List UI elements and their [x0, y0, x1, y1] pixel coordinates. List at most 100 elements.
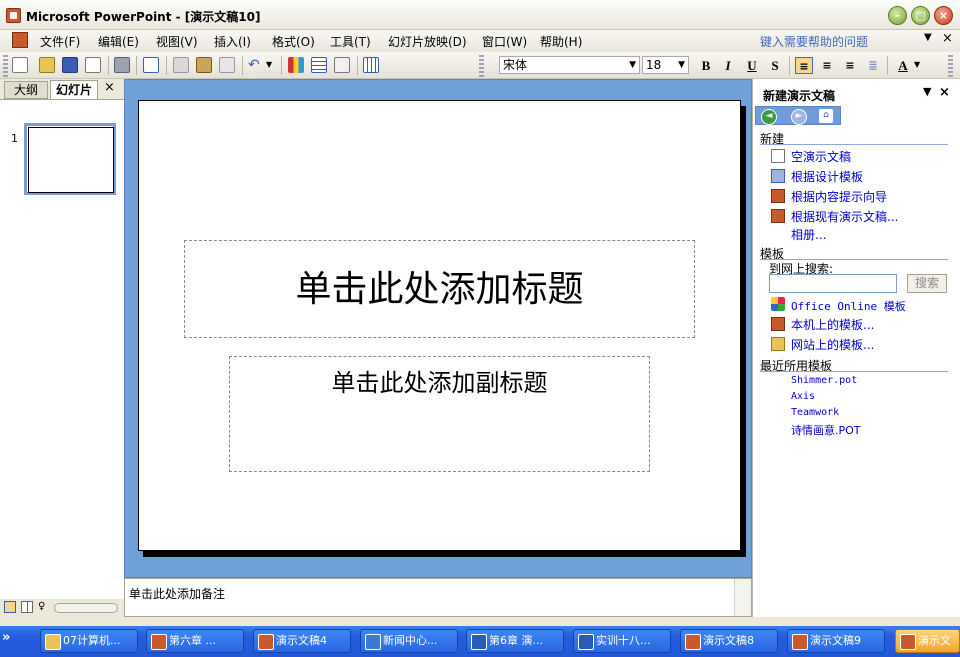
underline-button[interactable]: U — [743, 57, 761, 74]
slideshow-view-icon[interactable]: ♀ — [38, 601, 50, 613]
chevron-down-icon[interactable]: ▼ — [629, 57, 636, 73]
undo-icon[interactable]: ↶ — [248, 57, 264, 73]
align-left-button[interactable]: ≡ — [795, 57, 813, 74]
subtitle-placeholder[interactable]: 单击此处添加副标题 — [229, 356, 650, 472]
grid-icon[interactable] — [363, 57, 379, 73]
permission-icon[interactable] — [85, 57, 101, 73]
taskbar-task[interactable]: 实训十八... — [573, 629, 671, 653]
open-folder-icon[interactable] — [39, 57, 55, 73]
menu-tools[interactable]: 工具(T) — [330, 33, 371, 49]
link-photo-album[interactable]: 相册... — [791, 226, 826, 243]
panel-close-icon[interactable]: × — [104, 80, 115, 95]
standard-toolbar: ↶ ▼ 宋体 ▼ 18 ▼ B I U S ≡ ≡ ≡ ≣ A ▼ — [0, 52, 960, 79]
link-recent-template[interactable]: Axis — [791, 391, 815, 402]
chevron-down-icon[interactable]: ▼ — [678, 57, 685, 73]
link-recent-template[interactable]: Shimmer.pot — [791, 375, 857, 386]
taskbar-task[interactable]: 第六章 ... — [146, 629, 244, 653]
align-right-button[interactable]: ≡ — [841, 57, 859, 74]
italic-button[interactable]: I — [719, 57, 737, 74]
tab-outline[interactable]: 大纲 — [4, 81, 48, 99]
font-name-select[interactable]: 宋体 ▼ — [499, 56, 640, 74]
template-search-input[interactable] — [769, 274, 897, 293]
menu-slideshow[interactable]: 幻灯片放映(D) — [388, 33, 467, 49]
taskbar-task[interactable]: 第6章 演... — [466, 629, 564, 653]
subtitle-placeholder-text: 单击此处添加副标题 — [331, 369, 548, 397]
expand-all-icon[interactable] — [334, 57, 350, 73]
spelling-icon[interactable] — [143, 57, 159, 73]
slide-sorter-icon[interactable] — [21, 601, 33, 613]
paste-icon[interactable] — [196, 57, 212, 73]
document-close-icon[interactable]: × — [942, 31, 953, 46]
notes-scrollbar[interactable] — [734, 579, 751, 616]
autocontent-wizard-icon — [771, 189, 785, 203]
toolbar-separator — [789, 56, 790, 75]
section-divider — [760, 144, 948, 145]
new-document-icon[interactable] — [12, 57, 28, 73]
menu-window[interactable]: 窗口(W) — [482, 33, 527, 49]
slide-thumbnail[interactable] — [24, 123, 116, 195]
chevron-down-icon[interactable]: ▼ — [266, 57, 282, 73]
link-recent-template[interactable]: Teamwork — [791, 407, 839, 418]
tab-slides[interactable]: 幻灯片 — [50, 80, 98, 99]
taskbar-task[interactable]: 演示文稿8 — [680, 629, 778, 653]
save-icon[interactable] — [62, 57, 78, 73]
link-office-online-templates[interactable]: Office Online 模板 — [791, 298, 906, 314]
format-painter-icon[interactable] — [219, 57, 235, 73]
slide-thumbnail-list[interactable]: 1 — [0, 99, 124, 599]
link-recent-template[interactable]: 诗情画意.POT — [791, 422, 861, 438]
normal-view-icon[interactable] — [4, 601, 16, 613]
template-search-button[interactable]: 搜索 — [907, 274, 947, 293]
copy-icon[interactable] — [173, 57, 189, 73]
help-question-box[interactable]: 键入需要帮助的问题 — [760, 33, 868, 50]
maximize-button[interactable]: □ — [911, 6, 930, 25]
toolbar-grip[interactable] — [948, 55, 953, 77]
chart-icon[interactable] — [288, 57, 304, 73]
taskbar-overflow-icon[interactable]: » — [2, 630, 10, 645]
menu-format[interactable]: 格式(O) — [272, 33, 315, 49]
taskbar-task-label: 实训十八... — [596, 634, 651, 647]
chevron-down-icon[interactable]: ▼ — [924, 32, 932, 43]
chevron-down-icon[interactable]: ▼ — [923, 85, 931, 98]
taskbar-task[interactable]: 07计算机... — [40, 629, 138, 653]
distribute-button[interactable]: ≣ — [864, 57, 882, 74]
link-local-templates[interactable]: 本机上的模板... — [791, 316, 874, 333]
font-name-value: 宋体 — [503, 58, 528, 72]
menu-view[interactable]: 视图(V) — [156, 33, 198, 49]
notes-pane[interactable]: 单击此处添加备注 — [124, 578, 752, 617]
menu-file[interactable]: 文件(F) — [40, 33, 80, 49]
back-arrow-icon[interactable]: ◄ — [761, 109, 777, 125]
taskbar-task-active[interactable]: 演示文 — [895, 629, 960, 653]
font-size-select[interactable]: 18 ▼ — [642, 56, 689, 74]
forward-arrow-icon[interactable]: ► — [791, 109, 807, 125]
task-pane-title: 新建演示文稿 — [763, 89, 836, 103]
toolbar-grip[interactable] — [479, 55, 484, 77]
home-icon[interactable]: ⌂ — [819, 109, 833, 123]
powerpoint-icon — [685, 634, 701, 650]
bold-button[interactable]: B — [697, 57, 715, 74]
link-autocontent-wizard[interactable]: 根据内容提示向导 — [791, 188, 887, 205]
table-icon[interactable] — [311, 57, 327, 73]
link-existing-presentation[interactable]: 根据现有演示文稿... — [791, 208, 898, 225]
link-design-template[interactable]: 根据设计模板 — [791, 168, 863, 185]
task-pane-close-icon[interactable]: × — [939, 85, 950, 100]
panel-horizontal-scrollbar[interactable] — [54, 603, 118, 613]
font-color-button[interactable]: A — [894, 57, 912, 74]
chevron-down-icon[interactable]: ▼ — [914, 57, 930, 73]
document-icon[interactable] — [12, 32, 28, 48]
powerpoint-app-icon[interactable] — [6, 8, 21, 23]
print-icon[interactable] — [114, 57, 130, 73]
taskbar-task[interactable]: 演示文稿9 — [787, 629, 885, 653]
menu-help[interactable]: 帮助(H) — [540, 33, 582, 49]
align-center-button[interactable]: ≡ — [818, 57, 836, 74]
menu-insert[interactable]: 插入(I) — [214, 33, 251, 49]
shadow-button[interactable]: S — [766, 57, 784, 74]
title-placeholder[interactable]: 单击此处添加标题 — [184, 240, 695, 338]
link-website-templates[interactable]: 网站上的模板... — [791, 336, 874, 353]
minimize-button[interactable]: – — [888, 6, 907, 25]
toolbar-grip[interactable] — [3, 55, 8, 77]
taskbar-task[interactable]: 新闻中心... — [360, 629, 458, 653]
close-button[interactable]: × — [934, 6, 953, 25]
menu-edit[interactable]: 编辑(E) — [98, 33, 139, 49]
taskbar-task[interactable]: 演示文稿4 — [253, 629, 351, 653]
link-blank-presentation[interactable]: 空演示文稿 — [791, 148, 851, 165]
